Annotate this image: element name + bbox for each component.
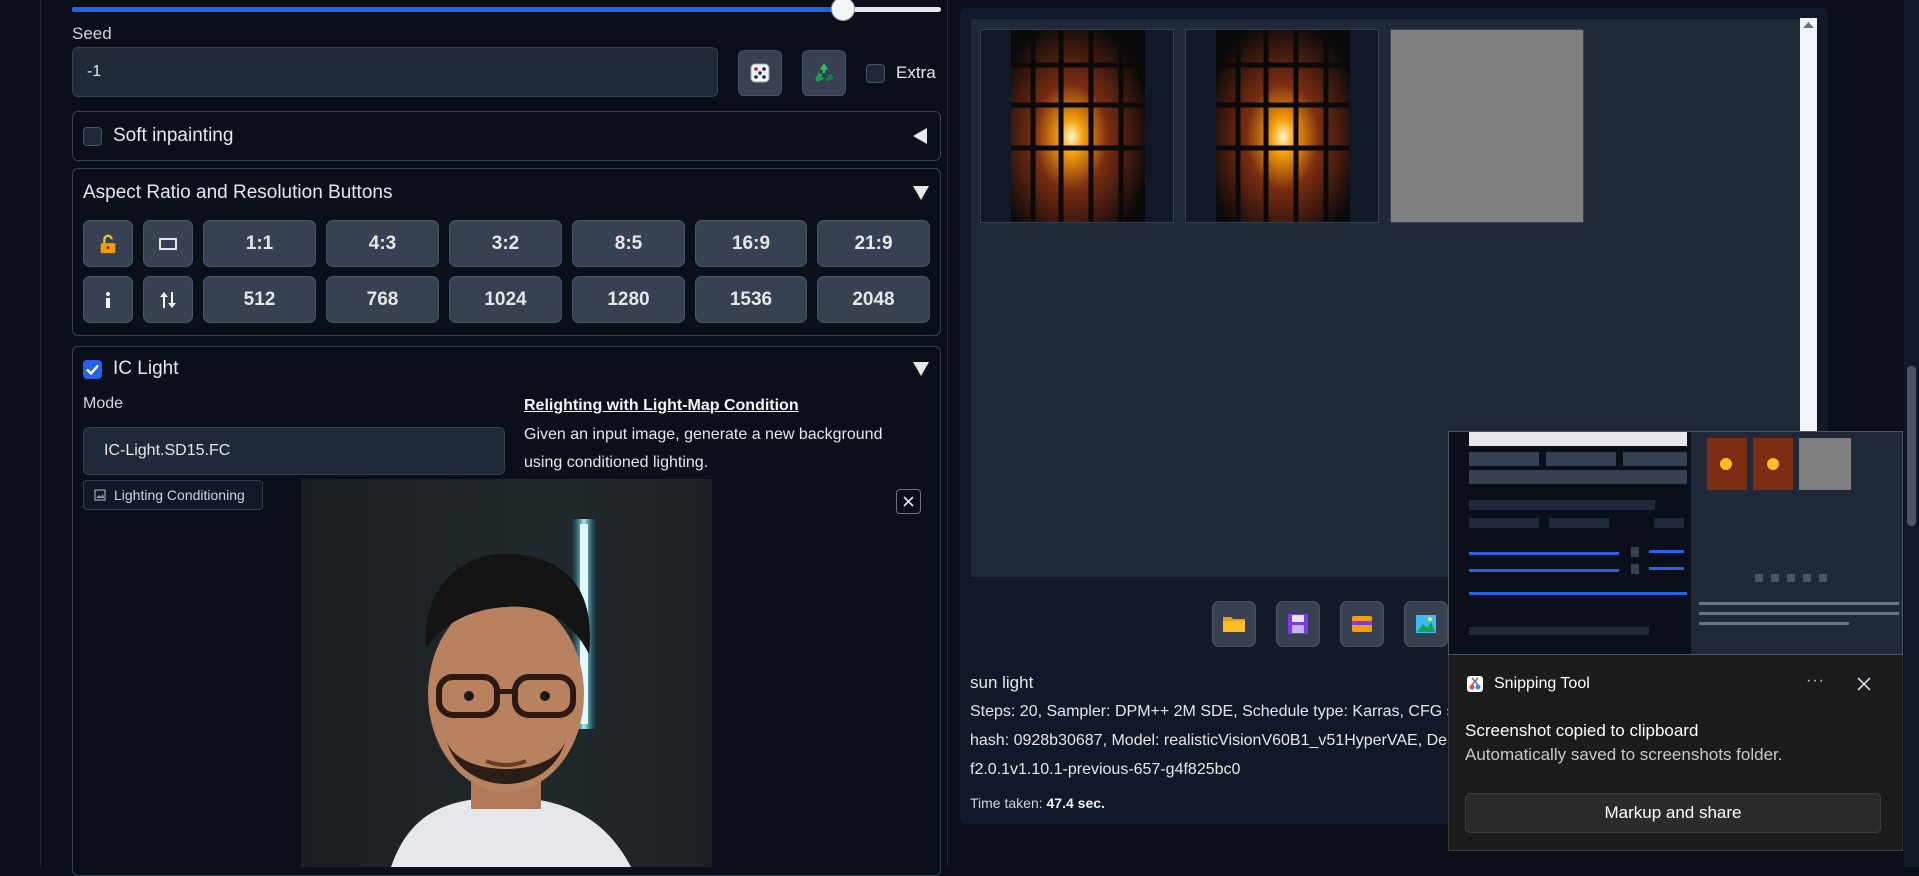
random-seed-button[interactable]: [738, 50, 782, 96]
open-folder-button[interactable]: [1212, 601, 1256, 647]
folder-icon: [1223, 617, 1245, 632]
close-icon: [903, 496, 914, 507]
relighting-link[interactable]: Relighting with Light-Map Condition: [524, 397, 799, 415]
info-icon: [106, 291, 110, 308]
expand-arrow-icon[interactable]: [913, 186, 929, 200]
mode-value: IC-Light.SD15.FC: [104, 442, 231, 459]
page-scrollbar-thumb[interactable]: [1907, 366, 1916, 526]
snipping-tool-icon: [1467, 676, 1483, 692]
resolution-button-1024[interactable]: 1024: [449, 276, 562, 323]
close-icon: [1857, 677, 1871, 691]
snipping-tool-preview[interactable]: [1448, 431, 1903, 655]
resolution-button-768[interactable]: 768: [326, 276, 439, 323]
info-button[interactable]: [83, 276, 133, 323]
seed-label: Seed: [72, 24, 112, 43]
snipping-tool-app-icon: [1466, 675, 1484, 698]
more-options-icon[interactable]: ···: [1806, 672, 1825, 690]
ratio-button-21-9[interactable]: 21:9: [817, 220, 930, 267]
markup-and-share-button[interactable]: Markup and share: [1465, 793, 1881, 833]
window-sunlight-image-2: [1186, 30, 1378, 222]
gallery-scrollbar[interactable]: [1800, 18, 1817, 436]
soft-inpainting-checkbox[interactable]: [83, 127, 102, 146]
ratio-button-4-3[interactable]: 4:3: [326, 220, 439, 267]
snipping-tool-name: Snipping Tool: [1494, 675, 1590, 692]
image-icon: [94, 489, 106, 501]
window-sunlight-image: [981, 30, 1173, 222]
time-taken-label: Time taken:: [970, 795, 1043, 811]
orientation-button[interactable]: [143, 220, 193, 267]
ic-light-checkbox[interactable]: [83, 360, 102, 379]
ic-light-expand-arrow-icon[interactable]: [913, 362, 929, 376]
recycle-icon: [815, 63, 834, 82]
lock-ratio-button[interactable]: [83, 220, 133, 267]
ratio-button-3-2[interactable]: 3:2: [449, 220, 562, 267]
description-line-2: using conditioned lighting.: [524, 454, 709, 471]
lighting-conditioning-label: Lighting Conditioning: [114, 487, 245, 503]
notification-title: Screenshot copied to clipboard: [1465, 721, 1699, 740]
resolution-button-1280[interactable]: 1280: [572, 276, 685, 323]
ratio-button-16-9[interactable]: 16:9: [695, 220, 807, 267]
portrait-photo: [301, 479, 712, 867]
time-taken: Time taken: 47.4 sec.: [970, 795, 1105, 811]
dice-icon: [750, 63, 770, 83]
notification-subtitle: Automatically saved to screenshots folde…: [1465, 745, 1783, 764]
extra-checkbox[interactable]: [866, 64, 885, 83]
reuse-seed-button[interactable]: [802, 50, 846, 96]
aspect-ratio-title: Aspect Ratio and Resolution Buttons: [83, 182, 393, 203]
rectangle-icon: [159, 237, 177, 250]
resolution-button-1536[interactable]: 1536: [695, 276, 807, 323]
slider-fill: [72, 7, 842, 12]
time-taken-value: 47.4 sec.: [1046, 795, 1105, 811]
zip-button[interactable]: [1340, 601, 1384, 647]
soft-inpainting-title: Soft inpainting: [113, 125, 234, 146]
close-notification-button[interactable]: [1857, 677, 1871, 696]
seed-input[interactable]: -1: [72, 47, 718, 97]
prompt-text: sun light: [970, 673, 1034, 692]
unlock-icon: [100, 234, 116, 253]
clear-image-button[interactable]: [896, 489, 921, 514]
seed-value: -1: [87, 63, 102, 80]
ratio-button-8-5[interactable]: 8:5: [572, 220, 685, 267]
archive-icon: [1352, 616, 1372, 632]
ratio-button-1-1[interactable]: 1:1: [203, 220, 316, 267]
gallery-thumbnail-2[interactable]: [1185, 29, 1379, 223]
send-to-img2img-button[interactable]: [1404, 601, 1448, 647]
extra-label: Extra: [896, 63, 936, 82]
lighting-conditioning-tab[interactable]: Lighting Conditioning: [83, 480, 263, 510]
checkmark-icon: [86, 364, 99, 375]
gallery-thumbnail-3[interactable]: [1390, 29, 1584, 223]
scroll-up-icon: [1803, 22, 1814, 28]
collapse-arrow-icon[interactable]: [913, 128, 927, 144]
screenshot-preview-image: [1449, 432, 1902, 654]
resolution-button-512[interactable]: 512: [203, 276, 316, 323]
generation-params-line-1: Steps: 20, Sampler: DPM++ 2M SDE, Schedu…: [970, 703, 1472, 720]
description-line-1: Given an input image, generate a new bac…: [524, 426, 883, 443]
swap-arrows-icon: [160, 291, 176, 308]
save-button[interactable]: [1276, 601, 1320, 647]
swap-dimensions-button[interactable]: [143, 276, 193, 323]
mode-label: Mode: [83, 395, 124, 412]
floppy-disk-icon: [1288, 614, 1308, 634]
gallery-thumbnail-1[interactable]: [980, 29, 1174, 223]
generation-params-line-3: f2.0.1v1.10.1-previous-657-g4f825bc0: [970, 761, 1241, 778]
lighting-input-image[interactable]: [301, 479, 712, 867]
resolution-button-2048[interactable]: 2048: [817, 276, 930, 323]
mode-dropdown[interactable]: IC-Light.SD15.FC: [83, 427, 505, 475]
generation-params-line-2: hash: 0928b30687, Model: realisticVision…: [970, 732, 1456, 749]
ic-light-title: IC Light: [113, 358, 179, 379]
picture-icon: [1416, 615, 1436, 633]
